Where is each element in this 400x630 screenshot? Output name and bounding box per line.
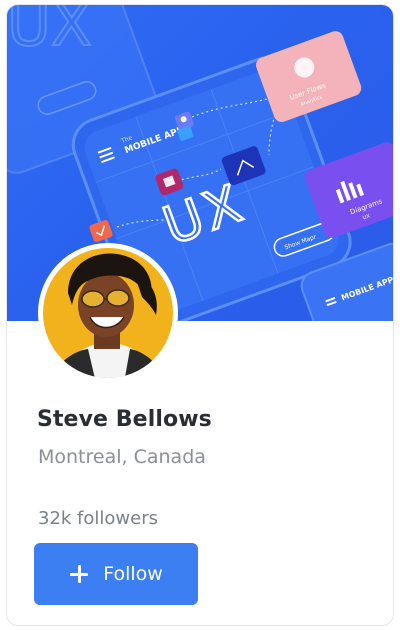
profile-location: Montreal, Canada — [38, 446, 206, 468]
plus-icon — [69, 564, 89, 584]
follow-button[interactable]: Follow — [34, 543, 198, 605]
profile-name: Steve Bellows — [37, 407, 212, 432]
followers-count: 32k followers — [38, 508, 158, 529]
avatar — [38, 243, 178, 383]
avatar-photo — [38, 243, 178, 383]
follow-button-label: Follow — [103, 563, 163, 585]
svg-text:UX: UX — [7, 5, 92, 60]
profile-card: UX The MOBILE APP UX Show Mapr User Flow… — [6, 4, 394, 626]
